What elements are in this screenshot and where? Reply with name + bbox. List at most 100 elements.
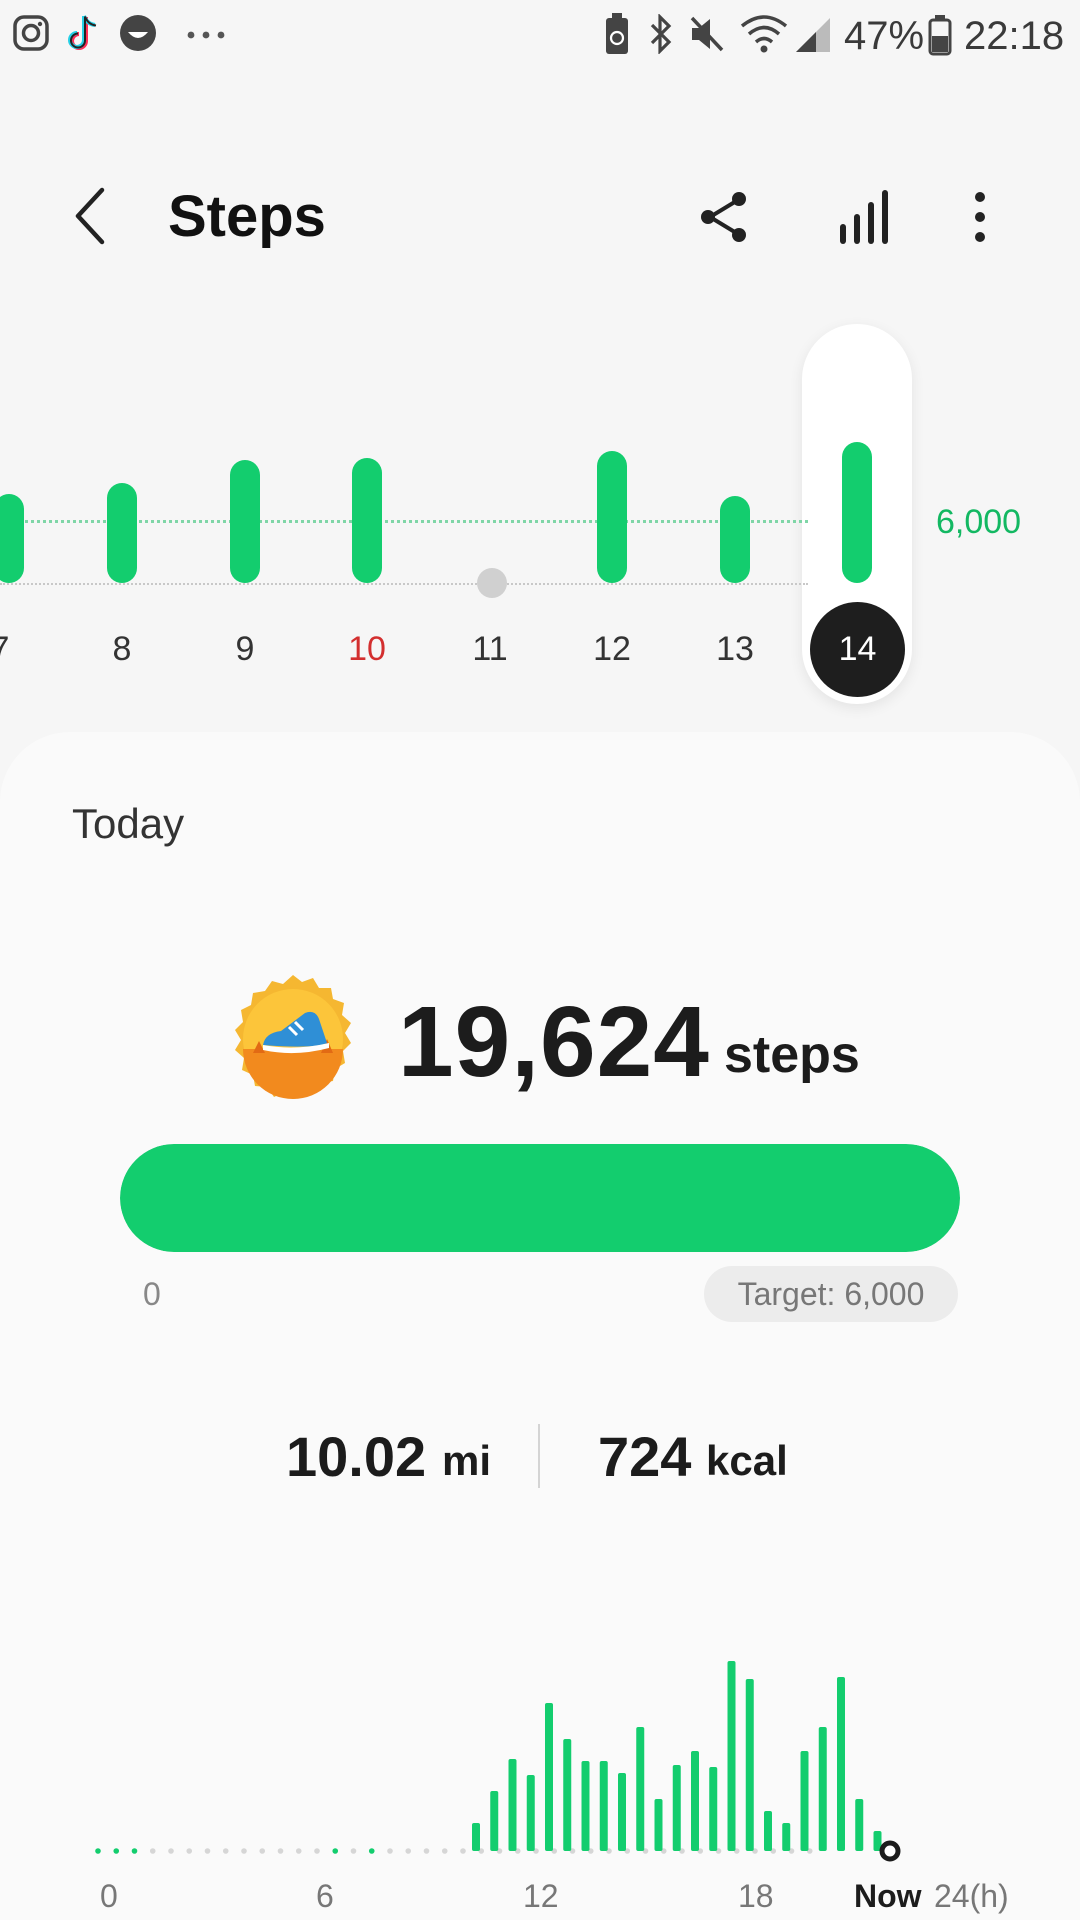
hour-label-24h: 24(h)	[934, 1878, 1009, 1914]
progress-min-label: 0	[143, 1276, 161, 1312]
hourly-baseline-dot	[277, 1848, 284, 1854]
more-options-icon[interactable]	[970, 190, 990, 244]
hourly-baseline-dot	[460, 1848, 466, 1854]
hourly-baseline-dot	[350, 1848, 357, 1854]
tiktok-icon	[68, 15, 97, 50]
hourly-bar	[490, 1791, 499, 1851]
hourly-bar	[545, 1703, 553, 1851]
hourly-bar	[727, 1661, 736, 1851]
hourly-bar	[800, 1751, 809, 1851]
hourly-bar	[691, 1751, 699, 1851]
day-label-8[interactable]: 8	[82, 630, 162, 669]
hourly-baseline-dot	[113, 1848, 120, 1854]
hourly-baseline-dot	[295, 1848, 302, 1854]
hourly-bar	[818, 1727, 827, 1851]
hourly-bar	[526, 1775, 535, 1851]
day-bar-14[interactable]	[842, 442, 872, 583]
hourly-baseline	[95, 1848, 813, 1854]
hourly-bar	[563, 1739, 572, 1851]
hourly-baseline-dot	[186, 1848, 193, 1854]
more-notifications-icon	[187, 31, 225, 39]
battery-icon	[928, 15, 952, 56]
now-marker	[879, 1840, 901, 1862]
day-bar-9[interactable]	[230, 460, 260, 583]
hourly-baseline-dot	[204, 1848, 211, 1854]
back-arrow-icon[interactable]	[68, 186, 112, 246]
hourly-baseline-dot	[423, 1848, 430, 1854]
app-bar	[0, 150, 1080, 290]
hourly-bar	[745, 1679, 754, 1851]
hourly-baseline-dot	[332, 1848, 339, 1854]
day-label-7[interactable]: 7	[0, 630, 40, 669]
status-bar: 47% 22:18	[0, 0, 1080, 72]
hourly-baseline-dot	[168, 1848, 174, 1854]
battery-saver-icon	[606, 13, 628, 54]
baseline	[0, 583, 808, 585]
hourly-bar	[782, 1823, 791, 1851]
hourly-bar	[472, 1823, 480, 1851]
calories-value: 724	[598, 1425, 692, 1488]
step-progress-bar	[120, 1144, 960, 1252]
step-progress-fill	[120, 1144, 960, 1252]
smiley-app-icon	[120, 15, 156, 51]
day-bar-11[interactable]	[477, 568, 507, 598]
day-label-11[interactable]: 11	[450, 630, 530, 669]
day-bar-10[interactable]	[352, 458, 382, 583]
day-label-12[interactable]: 12	[572, 630, 652, 669]
hour-label-now: Now	[854, 1878, 922, 1914]
stats-divider	[538, 1424, 540, 1488]
distance-value: 10.02	[286, 1425, 427, 1488]
bluetooth-icon	[650, 14, 672, 54]
hourly-baseline-dot	[368, 1848, 375, 1854]
wifi-icon	[740, 15, 788, 53]
day-label-13[interactable]: 13	[695, 630, 775, 669]
day-bar-8[interactable]	[107, 483, 137, 583]
hour-label-12: 12	[523, 1878, 559, 1914]
hourly-baseline-dot	[131, 1848, 138, 1854]
hourly-baseline-dot	[314, 1848, 320, 1854]
hourly-bar	[636, 1727, 645, 1851]
instagram-icon	[13, 15, 49, 51]
day-bar-13[interactable]	[720, 495, 750, 583]
hourly-baseline-dot	[387, 1848, 393, 1854]
hour-label-6: 6	[316, 1878, 334, 1914]
hourly-baseline-dot	[441, 1848, 448, 1854]
battery-percentage: 47%	[844, 14, 925, 58]
hourly-baseline-dot	[149, 1848, 156, 1854]
calories-unit: kcal	[706, 1437, 788, 1484]
hourly-bars	[472, 1661, 882, 1851]
hourly-bar	[837, 1677, 845, 1851]
hourly-bar	[764, 1811, 772, 1851]
today-label: Today	[72, 800, 185, 847]
page-title: Steps	[168, 184, 326, 249]
hourly-baseline-dot	[95, 1848, 101, 1854]
hourly-bar	[654, 1799, 663, 1851]
hourly-bar	[599, 1761, 608, 1851]
hourly-baseline-dot	[222, 1848, 229, 1854]
day-label-10[interactable]: 10	[327, 630, 407, 669]
day-label-9[interactable]: 9	[205, 630, 285, 669]
hourly-baseline-dot	[241, 1848, 247, 1854]
share-icon[interactable]	[698, 190, 750, 244]
step-count: 19,624	[398, 986, 710, 1098]
target-chip[interactable]: Target: 6,000	[704, 1266, 958, 1322]
hourly-steps-chart[interactable]	[0, 1620, 1080, 1870]
hourly-baseline-dot	[405, 1848, 412, 1854]
bar-chart-icon[interactable]	[836, 188, 892, 246]
selected-day-label[interactable]: 14	[810, 602, 905, 697]
target-line-label: 6,000	[936, 503, 1022, 541]
distance-unit: mi	[442, 1437, 492, 1484]
step-unit: steps	[724, 1026, 860, 1084]
hourly-bar	[508, 1759, 517, 1851]
clock: 22:18	[964, 14, 1065, 58]
hourly-bar	[672, 1765, 681, 1851]
day-bar-12[interactable]	[597, 450, 627, 583]
walking-shoe-badge-icon	[235, 975, 351, 1099]
mute-icon	[690, 16, 724, 52]
hourly-bar	[618, 1773, 626, 1851]
day-bar-7[interactable]	[0, 493, 24, 583]
hourly-bar	[709, 1767, 718, 1851]
signal-icon	[796, 18, 830, 52]
hourly-baseline-dot	[259, 1848, 266, 1854]
hour-label-18: 18	[738, 1878, 774, 1914]
